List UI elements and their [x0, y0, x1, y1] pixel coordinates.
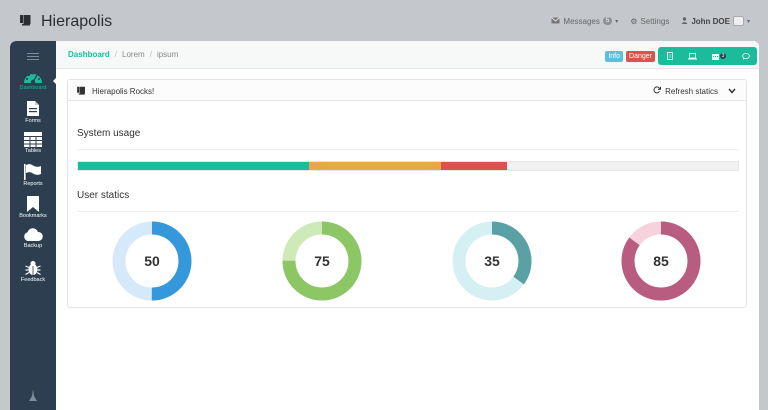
top-bar: Hierapolis Messages 5 ▾ ⚙ Settings John …	[0, 0, 768, 44]
document-icon	[666, 52, 673, 60]
panel-title: Hierapolis Rocks!	[92, 87, 155, 96]
header-button-group: 3	[658, 47, 757, 65]
document-button[interactable]	[658, 47, 681, 65]
donut-value: 50	[144, 253, 160, 269]
gear-icon: ⚙	[630, 16, 638, 26]
donut-chart: 85	[621, 221, 701, 301]
divider	[77, 211, 739, 212]
sidebar: Dashboard Forms Tables Reports Bookmarks…	[10, 41, 57, 410]
brand-logo-icon	[77, 86, 87, 97]
flag-icon	[24, 164, 41, 180]
refresh-label: Refresh statics	[665, 86, 718, 96]
avatar	[732, 16, 744, 26]
cloud-icon	[24, 228, 43, 241]
bug-icon	[25, 261, 41, 276]
refresh-icon	[653, 86, 662, 96]
breadcrumb-bar: Dashboard / Lorem / ipsum Info Danger 3	[56, 41, 759, 69]
system-usage-progress	[77, 161, 739, 171]
comment-button[interactable]	[734, 47, 757, 65]
document-icon	[27, 101, 39, 116]
danger-label[interactable]: Danger	[626, 50, 655, 62]
calendar-button[interactable]: 3	[704, 47, 734, 65]
settings-label: Settings	[640, 16, 670, 26]
sidebar-item-feedback[interactable]: Feedback	[10, 260, 56, 283]
sidebar-item-dashboard[interactable]: Dashboard	[10, 69, 56, 91]
app-title: Hierapolis	[41, 13, 113, 30]
sidebar-item-forms[interactable]: Forms	[10, 100, 56, 124]
donut-chart: 50	[112, 221, 192, 301]
user-menu[interactable]: John DOE ▾	[681, 16, 750, 26]
brand[interactable]: Hierapolis	[20, 13, 112, 31]
info-label[interactable]: Info	[605, 50, 624, 62]
sidebar-item-bookmarks[interactable]: Bookmarks	[10, 196, 56, 219]
menu-toggle-icon[interactable]	[27, 53, 39, 62]
progress-segment	[78, 162, 309, 170]
user-statics-title: User statics	[77, 190, 130, 201]
sidebar-item-reports[interactable]: Reports	[10, 164, 56, 187]
caret-down-icon: ▾	[746, 18, 750, 25]
chevron-down-icon[interactable]	[728, 87, 736, 96]
donut-value: 35	[484, 253, 500, 269]
sidebar-item-tables[interactable]: Tables	[10, 132, 56, 154]
breadcrumb: Dashboard / Lorem / ipsum	[68, 50, 178, 59]
system-usage-title: System usage	[77, 128, 141, 139]
comment-icon	[741, 52, 750, 60]
user-name: John DOE	[691, 16, 730, 26]
dashboard-panel: Hierapolis Rocks! Refresh statics System…	[67, 79, 747, 308]
donut-chart: 75	[282, 221, 362, 301]
breadcrumb-separator: /	[114, 50, 118, 59]
divider	[77, 149, 739, 150]
calendar-icon	[711, 53, 719, 60]
calendar-count-badge: 3	[719, 53, 727, 59]
sidebar-item-label: Forms	[25, 118, 41, 124]
donut-chart: 35	[452, 221, 532, 301]
laptop-button[interactable]	[681, 47, 704, 65]
bookmark-icon	[27, 196, 39, 212]
breadcrumb-separator: /	[149, 50, 152, 59]
panel-header: Hierapolis Rocks! Refresh statics	[68, 80, 746, 101]
sidebar-item-label: Tables	[25, 148, 41, 154]
caret-down-icon: ▾	[615, 18, 619, 25]
sidebar-item-backup[interactable]: Backup	[10, 228, 56, 249]
user-icon	[681, 16, 688, 26]
laptop-icon	[688, 52, 697, 59]
refresh-statics-button[interactable]: Refresh statics	[653, 86, 736, 96]
sidebar-item-label: Reports	[23, 181, 43, 187]
app-frame: Dashboard Forms Tables Reports Bookmarks…	[10, 41, 759, 410]
messages-count-badge: 5	[602, 17, 613, 25]
breadcrumb-item: ipsum	[156, 50, 179, 59]
progress-segment	[309, 162, 441, 170]
donut-value: 85	[653, 253, 669, 269]
messages-menu[interactable]: Messages 5 ▾	[551, 17, 618, 26]
sidebar-item-label: Feedback	[20, 277, 46, 283]
envelope-icon	[551, 16, 561, 26]
donut-value: 75	[314, 253, 330, 269]
breadcrumb-item[interactable]: Dashboard	[68, 50, 110, 59]
dashboard-icon	[24, 72, 42, 84]
sidebar-footer-logo-icon	[29, 388, 37, 406]
sidebar-item-label: Dashboard	[19, 85, 47, 91]
settings-link[interactable]: ⚙ Settings	[630, 17, 669, 26]
messages-label: Messages	[563, 16, 600, 26]
sidebar-item-label: Backup	[23, 243, 43, 249]
brand-logo-icon	[20, 13, 33, 31]
breadcrumb-item[interactable]: Lorem	[122, 50, 145, 59]
progress-segment	[441, 162, 507, 170]
table-icon	[24, 132, 42, 147]
main-content: Dashboard / Lorem / ipsum Info Danger 3 …	[56, 41, 759, 410]
sidebar-item-label: Bookmarks	[19, 213, 47, 219]
